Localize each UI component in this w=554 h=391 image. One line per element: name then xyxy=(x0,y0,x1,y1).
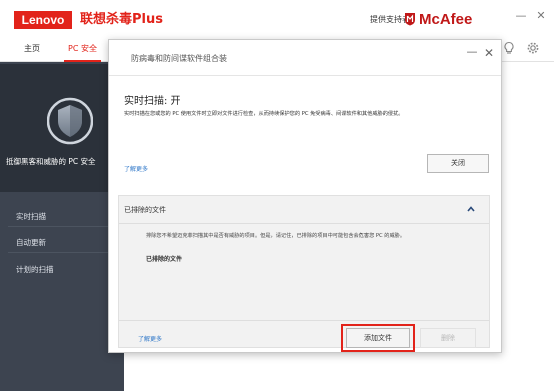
turn-off-button[interactable]: 关闭 xyxy=(427,154,489,173)
security-status-text: 抵御黑客和威胁的 PC 安全 xyxy=(6,157,96,166)
sidebar-divider xyxy=(8,226,116,227)
mcafee-logo: McAfee xyxy=(404,10,472,28)
sidebar-item-auto-update[interactable]: 自动更新 xyxy=(16,237,46,248)
realtime-scan-heading: 实时扫描: 开 xyxy=(124,96,181,107)
learn-more-link[interactable]: 了解更多 xyxy=(124,164,148,173)
excluded-files-description: 排除您不希望迈克菲扫描其中是否有威胁的项目。但是，请记住，已排除的项目中可能包含… xyxy=(146,233,406,239)
gear-icon[interactable] xyxy=(526,41,540,55)
window-close-button[interactable]: ✕ xyxy=(534,9,548,23)
dialog-close-button[interactable]: ✕ xyxy=(482,46,496,60)
realtime-scan-description: 实时扫描在您或您的 PC 使用文件时立即对文件进行检查，从而持续保护您的 PC … xyxy=(124,111,404,117)
shield-icon xyxy=(47,97,93,145)
product-name: 联想杀毒Plus xyxy=(80,12,163,27)
excluded-learn-more-link[interactable]: 了解更多 xyxy=(138,334,162,343)
dialog-minimize-button[interactable]: — xyxy=(466,46,478,58)
dialog-header-divider xyxy=(109,75,501,76)
excluded-files-footer-divider xyxy=(119,320,489,321)
excluded-files-list-label: 已排除的文件 xyxy=(146,256,183,263)
sidebar-item-realtime-scan[interactable]: 实时扫描 xyxy=(16,211,46,222)
tab-home[interactable]: 主页 xyxy=(20,38,44,62)
chevron-up-icon[interactable] xyxy=(466,204,476,214)
mcafee-wordmark: McAfee xyxy=(419,10,473,28)
excluded-files-title: 已排除的文件 xyxy=(124,206,166,214)
excluded-files-header[interactable] xyxy=(119,196,489,224)
mcafee-shield-icon xyxy=(405,13,415,26)
sidebar-item-scheduled-scan[interactable]: 计划的扫描 xyxy=(16,264,54,275)
delete-button[interactable]: 删除 xyxy=(420,328,476,348)
lightbulb-icon[interactable] xyxy=(502,41,516,55)
lenovo-logo: Lenovo xyxy=(14,11,72,29)
window-minimize-button[interactable]: — xyxy=(514,9,528,23)
dialog-title: 防病毒和防间谍软件组合装 xyxy=(131,54,227,63)
highlight-box xyxy=(341,324,415,352)
tab-pc-security[interactable]: PC 安全 xyxy=(64,38,101,62)
sidebar-divider xyxy=(8,252,116,253)
